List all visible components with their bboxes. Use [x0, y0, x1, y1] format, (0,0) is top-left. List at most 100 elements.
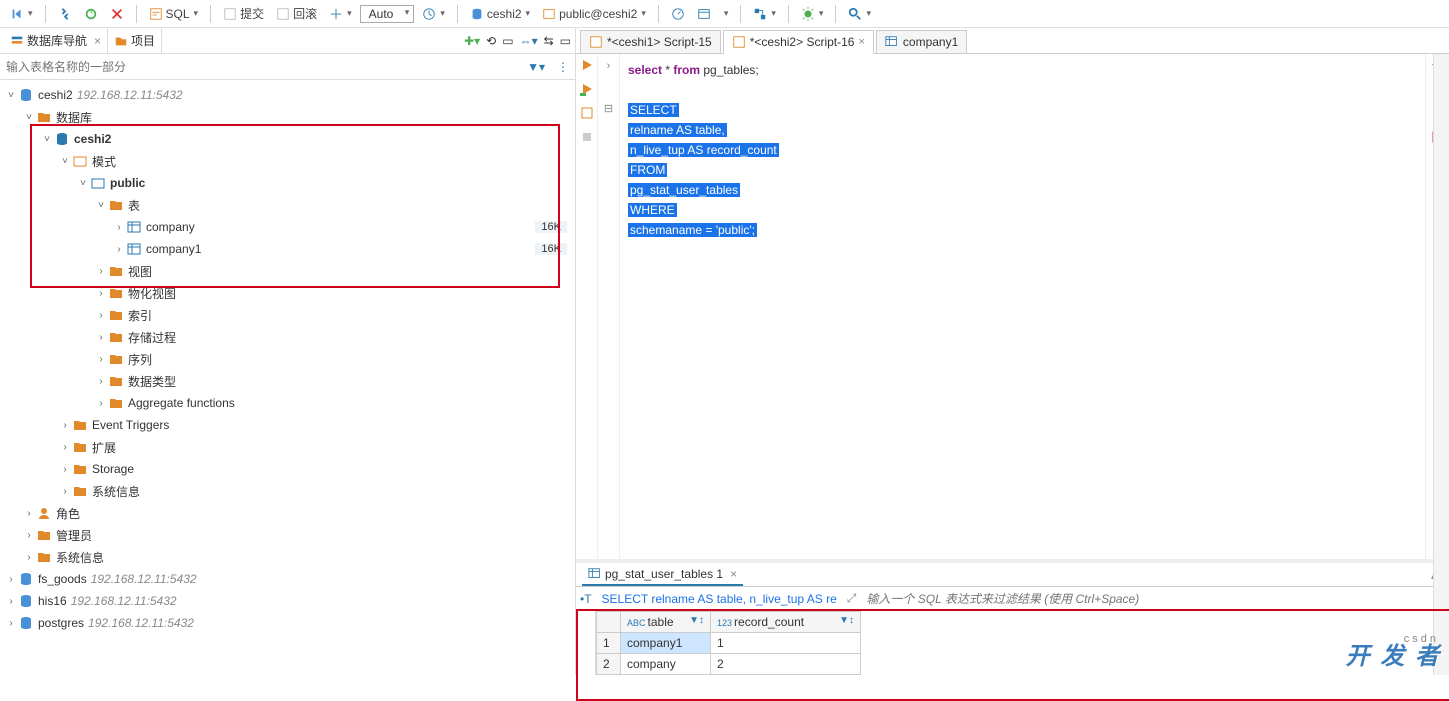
tree-admin[interactable]: 管理员: [56, 527, 92, 544]
sort-icon[interactable]: ▾: [719, 6, 733, 21]
tree-indexes[interactable]: 索引: [128, 307, 152, 324]
refresh-icon[interactable]: ⟲: [486, 34, 496, 48]
tree-roles[interactable]: 角色: [56, 505, 80, 522]
layout-icon[interactable]: ▭: [502, 34, 513, 48]
expand-toggle[interactable]: ›: [94, 354, 108, 365]
sql-editor-button[interactable]: SQL▾: [145, 5, 203, 23]
commit-button[interactable]: 提交: [219, 3, 268, 24]
tree-procs[interactable]: 存储过程: [128, 329, 176, 346]
editor-tab-script16[interactable]: *<ceshi2> Script-16×: [723, 30, 874, 54]
minimize-icon[interactable]: ▭: [560, 34, 571, 48]
grid-rownum[interactable]: 2: [597, 654, 621, 675]
run-icon[interactable]: [580, 58, 594, 72]
expand-toggle[interactable]: ›: [58, 442, 72, 453]
tx-mode-button[interactable]: ▾: [325, 5, 356, 23]
vertical-scrollbar[interactable]: [1433, 54, 1449, 675]
tree-storage[interactable]: Storage: [92, 462, 134, 476]
tree-evt[interactable]: Event Triggers: [92, 418, 169, 432]
tree-conn[interactable]: postgres: [38, 616, 84, 630]
history-button[interactable]: ▾: [418, 5, 449, 23]
tree-sysinfo[interactable]: 系统信息: [92, 483, 140, 500]
panel-icon[interactable]: [693, 5, 715, 23]
tree-dtypes[interactable]: 数据类型: [128, 373, 176, 390]
tree-filter-input[interactable]: [0, 56, 521, 78]
rollback-button[interactable]: 回滚: [272, 3, 321, 24]
expand-toggle[interactable]: ›: [112, 222, 126, 233]
expand-toggle[interactable]: ›: [58, 420, 72, 431]
table-row[interactable]: 2 company 2: [597, 654, 861, 675]
expand-toggle[interactable]: ›: [94, 310, 108, 321]
collapse-icon[interactable]: ⇔▾: [520, 34, 538, 48]
expand-toggle[interactable]: ›: [4, 618, 18, 629]
grid-rownum[interactable]: 1: [597, 633, 621, 654]
dashboard-icon[interactable]: [667, 5, 689, 23]
filter-icon[interactable]: ▼▾: [521, 60, 551, 74]
expand-toggle[interactable]: ˅: [94, 200, 108, 211]
table-row[interactable]: 1 company1 1: [597, 633, 861, 654]
plug-connect-icon[interactable]: [54, 5, 76, 23]
expand-toggle[interactable]: ˅: [4, 90, 18, 101]
stop-icon[interactable]: [580, 130, 594, 144]
plug-reconnect-icon[interactable]: [80, 5, 102, 23]
expand-toggle[interactable]: ›: [4, 596, 18, 607]
grid-cell[interactable]: company: [621, 654, 711, 675]
sql-preview-icon[interactable]: •T: [576, 592, 596, 606]
sql-editor[interactable]: select * from pg_tables; SELECT relname …: [620, 54, 1425, 559]
expand-icon[interactable]: ⤢: [843, 591, 861, 606]
expand-toggle[interactable]: ˅: [76, 178, 90, 189]
expand-toggle[interactable]: ›: [4, 574, 18, 585]
nav-back-button[interactable]: ▾: [6, 5, 37, 23]
tree-views[interactable]: 视图: [128, 263, 152, 280]
plug-disconnect-icon[interactable]: [106, 5, 128, 23]
expand-toggle[interactable]: ›: [58, 486, 72, 497]
explain-icon[interactable]: [580, 106, 594, 120]
tree-table[interactable]: company1: [146, 242, 201, 256]
result-tab[interactable]: pg_stat_user_tables 1×: [582, 564, 743, 586]
editor-tab-company1[interactable]: company1: [876, 30, 967, 53]
link-icon[interactable]: ⇆: [544, 34, 554, 48]
grid-cell[interactable]: 2: [711, 654, 861, 675]
tree-db[interactable]: ceshi2: [74, 132, 111, 146]
debug-icon[interactable]: ▾: [797, 5, 828, 23]
sort-icon[interactable]: ▼↕: [839, 615, 854, 626]
expand-toggle[interactable]: ˅: [22, 112, 36, 123]
expand-toggle[interactable]: ›: [112, 244, 126, 255]
tree-ext[interactable]: 扩展: [92, 439, 116, 456]
tree-table[interactable]: company: [146, 220, 195, 234]
expand-toggle[interactable]: ›: [22, 552, 36, 563]
expand-toggle[interactable]: ›: [94, 398, 108, 409]
settings-icon[interactable]: ⋮: [551, 60, 575, 74]
tree-db-group[interactable]: 数据库: [56, 109, 92, 126]
tree-tables[interactable]: 表: [128, 197, 140, 214]
grid-cell[interactable]: company1: [621, 633, 711, 654]
expand-toggle[interactable]: ›: [94, 332, 108, 343]
add-icon[interactable]: ✚▾: [464, 34, 480, 48]
tree-conn[interactable]: ceshi2: [38, 88, 73, 102]
diagram-icon[interactable]: ▾: [749, 5, 780, 23]
grid-cell[interactable]: 1: [711, 633, 861, 654]
db-tree[interactable]: ˅ceshi2192.168.12.11:5432 ˅数据库 ˅ceshi2 ˅…: [0, 80, 575, 675]
tab-db-navigator[interactable]: 数据库导航×: [4, 28, 108, 53]
expand-toggle[interactable]: ›: [94, 266, 108, 277]
expand-toggle[interactable]: ›: [94, 288, 108, 299]
editor-tab-script15[interactable]: *<ceshi1> Script-15: [580, 30, 721, 53]
search-icon[interactable]: ▾: [844, 5, 875, 23]
grid-corner[interactable]: [597, 612, 621, 633]
grid-col-record-count[interactable]: 123record_count▼↕: [711, 612, 861, 633]
expand-toggle[interactable]: ›: [22, 508, 36, 519]
tree-conn[interactable]: fs_goods: [38, 572, 87, 586]
run-script-icon[interactable]: [580, 82, 594, 96]
grid-col-table[interactable]: ABCtable▼↕: [621, 612, 711, 633]
result-filter-input[interactable]: [860, 590, 1449, 608]
tab-projects[interactable]: 项目: [108, 28, 162, 53]
expand-toggle[interactable]: ˅: [40, 134, 54, 145]
close-icon[interactable]: ×: [94, 34, 101, 48]
sort-icon[interactable]: ▼↕: [689, 615, 704, 626]
expand-toggle[interactable]: ›: [94, 376, 108, 387]
tree-sysinfo2[interactable]: 系统信息: [56, 549, 104, 566]
tree-conn[interactable]: his16: [38, 594, 67, 608]
close-icon[interactable]: ×: [730, 567, 737, 581]
expand-toggle[interactable]: ˅: [58, 156, 72, 167]
tx-mode-combo[interactable]: Auto: [360, 5, 415, 23]
conn-combo-2[interactable]: public@ceshi2▾: [538, 5, 650, 23]
